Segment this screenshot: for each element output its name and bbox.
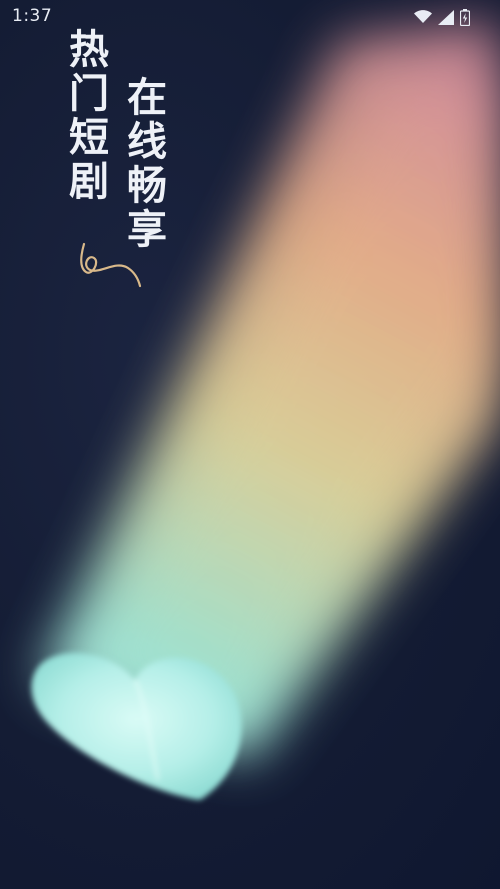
slogan-left: 热门短剧 [69,27,109,205]
wifi-icon [414,10,432,23]
battery-icon [460,8,470,26]
slogan-right: 在线畅享 [127,75,167,253]
status-icons [414,8,470,26]
signature-swirl-decoration [80,242,142,288]
status-time: 1:37 [12,6,53,26]
splash-screen: 1:37 热门短剧 在线畅享 [0,0,500,889]
signal-icon [438,9,454,25]
